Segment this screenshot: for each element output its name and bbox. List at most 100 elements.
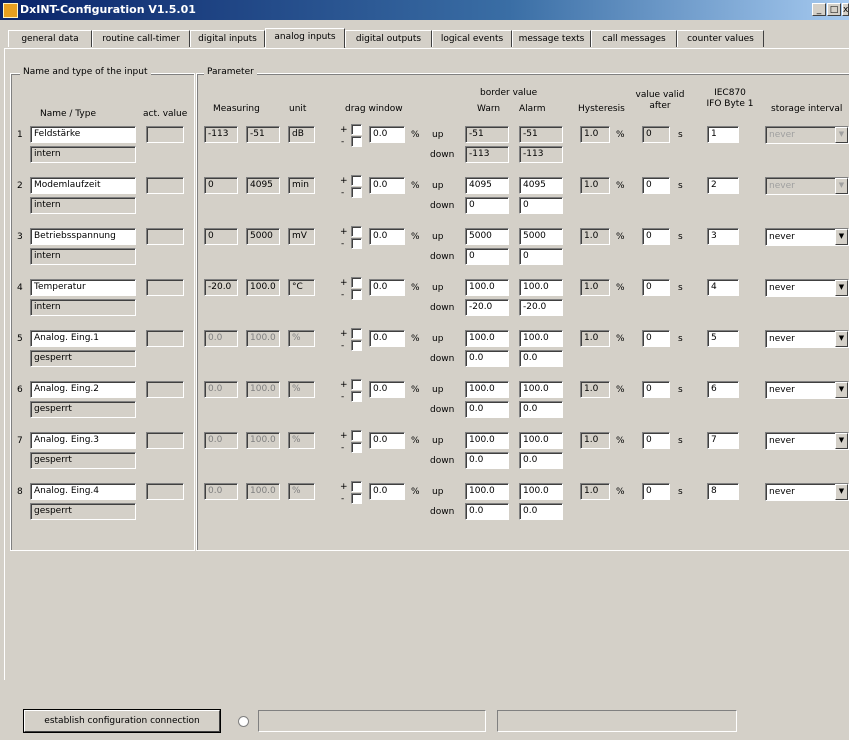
alarm-up-field[interactable]: 4095 bbox=[519, 177, 563, 194]
drag-minus-checkbox[interactable] bbox=[351, 340, 362, 351]
title-bar[interactable]: DxINT-Configuration V1.5.01 _ □ x bbox=[0, 0, 849, 20]
drag-plus-checkbox[interactable] bbox=[351, 481, 362, 492]
warn-down-field[interactable]: -20.0 bbox=[465, 299, 509, 316]
input-name-field[interactable]: Analog. Eing.2 bbox=[30, 381, 136, 398]
drag-window-field[interactable]: 0.0 bbox=[369, 432, 405, 449]
drag-minus-checkbox[interactable] bbox=[351, 238, 362, 249]
tab-call-messages[interactable]: call messages bbox=[591, 30, 677, 47]
tab-counter-values[interactable]: counter values bbox=[677, 30, 764, 47]
iec-ifo-byte-field[interactable]: 2 bbox=[707, 177, 739, 194]
drag-window-field[interactable]: 0.0 bbox=[369, 126, 405, 143]
warn-up-field[interactable]: 100.0 bbox=[465, 381, 509, 398]
alarm-down-field[interactable]: 0 bbox=[519, 248, 563, 265]
warn-up-field[interactable]: 100.0 bbox=[465, 330, 509, 347]
chevron-down-icon[interactable]: ▼ bbox=[835, 331, 848, 347]
drag-minus-checkbox[interactable] bbox=[351, 391, 362, 402]
alarm-up-field[interactable]: 100.0 bbox=[519, 432, 563, 449]
drag-window-field[interactable]: 0.0 bbox=[369, 483, 405, 500]
value-valid-field[interactable]: 0 bbox=[642, 432, 670, 449]
warn-up-field[interactable]: 100.0 bbox=[465, 279, 509, 296]
alarm-up-field[interactable]: 100.0 bbox=[519, 483, 563, 500]
alarm-up-field[interactable]: 100.0 bbox=[519, 279, 563, 296]
iec-ifo-byte-field[interactable]: 5 bbox=[707, 330, 739, 347]
drag-window-field[interactable]: 0.0 bbox=[369, 330, 405, 347]
warn-down-field[interactable]: 0.0 bbox=[465, 401, 509, 418]
drag-plus-checkbox[interactable] bbox=[351, 124, 362, 135]
storage-interval-select[interactable]: never ▼ bbox=[765, 483, 849, 501]
warn-up-field[interactable]: 4095 bbox=[465, 177, 509, 194]
alarm-down-field[interactable]: 0.0 bbox=[519, 350, 563, 367]
storage-interval-select[interactable]: never ▼ bbox=[765, 228, 849, 246]
iec-ifo-byte-field[interactable]: 8 bbox=[707, 483, 739, 500]
establish-connection-button[interactable]: establish configuration connection bbox=[24, 710, 220, 732]
drag-minus-checkbox[interactable] bbox=[351, 136, 362, 147]
alarm-down-field[interactable]: -20.0 bbox=[519, 299, 563, 316]
drag-plus-checkbox[interactable] bbox=[351, 328, 362, 339]
drag-window-field[interactable]: 0.0 bbox=[369, 381, 405, 398]
alarm-down-field[interactable]: 0.0 bbox=[519, 503, 563, 520]
chevron-down-icon[interactable]: ▼ bbox=[835, 433, 848, 449]
value-valid-field[interactable]: 0 bbox=[642, 381, 670, 398]
iec-ifo-byte-field[interactable]: 4 bbox=[707, 279, 739, 296]
storage-interval-select[interactable]: never ▼ bbox=[765, 330, 849, 348]
close-button[interactable]: x bbox=[842, 3, 849, 16]
input-name-field[interactable]: Analog. Eing.4 bbox=[30, 483, 136, 500]
chevron-down-icon[interactable]: ▼ bbox=[835, 382, 848, 398]
alarm-up-field[interactable]: 100.0 bbox=[519, 330, 563, 347]
alarm-down-field[interactable]: 0 bbox=[519, 197, 563, 214]
storage-interval-select[interactable]: never ▼ bbox=[765, 279, 849, 297]
warn-up-field[interactable]: 5000 bbox=[465, 228, 509, 245]
tab-digital-inputs[interactable]: digital inputs bbox=[190, 30, 265, 47]
storage-interval-select[interactable]: never ▼ bbox=[765, 381, 849, 399]
drag-plus-checkbox[interactable] bbox=[351, 226, 362, 237]
drag-plus-checkbox[interactable] bbox=[351, 175, 362, 186]
drag-window-field[interactable]: 0.0 bbox=[369, 279, 405, 296]
warn-down-field[interactable]: 0 bbox=[465, 197, 509, 214]
tab-digital-outputs[interactable]: digital outputs bbox=[345, 30, 432, 47]
tab-routine-call-timer[interactable]: routine call-timer bbox=[92, 30, 190, 47]
input-name-field[interactable]: Betriebsspannung bbox=[30, 228, 136, 245]
value-valid-field[interactable]: 0 bbox=[642, 279, 670, 296]
drag-minus-checkbox[interactable] bbox=[351, 442, 362, 453]
alarm-down-field[interactable]: 0.0 bbox=[519, 401, 563, 418]
iec-ifo-byte-field[interactable]: 6 bbox=[707, 381, 739, 398]
drag-plus-checkbox[interactable] bbox=[351, 430, 362, 441]
warn-down-field[interactable]: 0.0 bbox=[465, 452, 509, 469]
value-valid-field[interactable]: 0 bbox=[642, 330, 670, 347]
tab-general-data[interactable]: general data bbox=[8, 30, 92, 47]
warn-up-field[interactable]: 100.0 bbox=[465, 483, 509, 500]
tab-analog-inputs[interactable]: analog inputs bbox=[265, 28, 345, 48]
alarm-down-field[interactable]: 0.0 bbox=[519, 452, 563, 469]
drag-plus-checkbox[interactable] bbox=[351, 379, 362, 390]
warn-down-field[interactable]: 0.0 bbox=[465, 350, 509, 367]
restore-button[interactable]: □ bbox=[827, 3, 841, 16]
minimize-button[interactable]: _ bbox=[812, 3, 826, 16]
input-name-field[interactable]: Analog. Eing.3 bbox=[30, 432, 136, 449]
tab-message-texts[interactable]: message texts bbox=[512, 30, 591, 47]
chevron-down-icon[interactable]: ▼ bbox=[835, 280, 848, 296]
alarm-up-field[interactable]: 100.0 bbox=[519, 381, 563, 398]
drag-window-field[interactable]: 0.0 bbox=[369, 228, 405, 245]
value-valid-field[interactable]: 0 bbox=[642, 177, 670, 194]
iec-ifo-byte-field[interactable]: 3 bbox=[707, 228, 739, 245]
drag-plus-checkbox[interactable] bbox=[351, 277, 362, 288]
drag-minus-checkbox[interactable] bbox=[351, 289, 362, 300]
iec-ifo-byte-field[interactable]: 1 bbox=[707, 126, 739, 143]
input-name-field[interactable]: Modemlaufzeit bbox=[30, 177, 136, 194]
drag-minus-checkbox[interactable] bbox=[351, 187, 362, 198]
chevron-down-icon[interactable]: ▼ bbox=[835, 229, 848, 245]
input-name-field[interactable]: Analog. Eing.1 bbox=[30, 330, 136, 347]
chevron-down-icon[interactable]: ▼ bbox=[835, 484, 848, 500]
value-valid-field[interactable]: 0 bbox=[642, 228, 670, 245]
tab-logical-events[interactable]: logical events bbox=[432, 30, 512, 47]
iec-ifo-byte-field[interactable]: 7 bbox=[707, 432, 739, 449]
connection-status-radio[interactable] bbox=[238, 716, 249, 727]
warn-down-field[interactable]: 0.0 bbox=[465, 503, 509, 520]
input-name-field[interactable]: Feldstärke bbox=[30, 126, 136, 143]
drag-window-field[interactable]: 0.0 bbox=[369, 177, 405, 194]
value-valid-field[interactable]: 0 bbox=[642, 483, 670, 500]
warn-up-field[interactable]: 100.0 bbox=[465, 432, 509, 449]
warn-down-field[interactable]: 0 bbox=[465, 248, 509, 265]
alarm-up-field[interactable]: 5000 bbox=[519, 228, 563, 245]
storage-interval-select[interactable]: never ▼ bbox=[765, 432, 849, 450]
